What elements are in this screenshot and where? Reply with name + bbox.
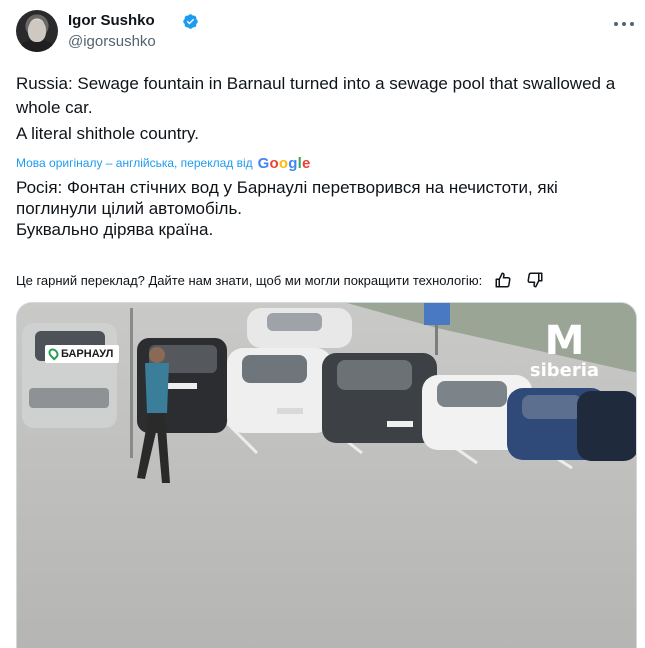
translation-attribution-label: Мова оригіналу – англійська, переклад ві… <box>16 156 253 170</box>
translated-line: Росія: Фонтан стічних вод у Барнаулі пер… <box>16 178 558 218</box>
watermark-logo-text: siberia <box>529 360 600 381</box>
tweet-translated-text: Росія: Фонтан стічних вод у Барнаулі пер… <box>16 177 626 240</box>
location-tag: БАРНАУЛ <box>45 345 120 363</box>
author-name[interactable]: Igor Sushko <box>68 12 155 29</box>
verified-badge-icon <box>183 14 198 29</box>
google-logo: Google <box>257 154 311 172</box>
avatar[interactable] <box>16 10 58 52</box>
feedback-prompt: Це гарний переклад? Дайте нам знати, щоб… <box>16 272 483 288</box>
tweet-line: Russia: Sewage fountain in Barnaul turne… <box>16 74 616 117</box>
car-white-sedan <box>227 348 332 433</box>
translation-attribution[interactable]: Мова оригіналу – англійська, переклад ві… <box>16 153 311 173</box>
translation-feedback: Це гарний переклад? Дайте нам знати, щоб… <box>16 270 626 290</box>
car-background <box>247 308 352 348</box>
location-tag-label: БАРНАУЛ <box>61 348 114 360</box>
video-thumbnail[interactable]: БАРНАУЛ M siberia <box>16 302 637 648</box>
tweet-original-text: Russia: Sewage fountain in Barnaul turne… <box>16 72 616 148</box>
tweet-header: Igor Sushko @igorsushko <box>16 10 636 56</box>
car-suv-left <box>22 323 117 428</box>
car-dark-suv <box>322 353 437 443</box>
thumbs-up-icon[interactable] <box>492 270 514 290</box>
watermark-logo-letter: M <box>544 318 585 364</box>
more-options-icon[interactable] <box>612 14 636 34</box>
translated-line: Буквально дірява країна. <box>16 220 214 239</box>
location-pin-icon <box>46 346 61 361</box>
siberia-watermark: M siberia <box>517 321 612 391</box>
tweet-line: A literal shithole country. <box>16 124 199 143</box>
thumbs-down-icon[interactable] <box>524 270 546 290</box>
author-handle[interactable]: @igorsushko <box>68 33 156 50</box>
